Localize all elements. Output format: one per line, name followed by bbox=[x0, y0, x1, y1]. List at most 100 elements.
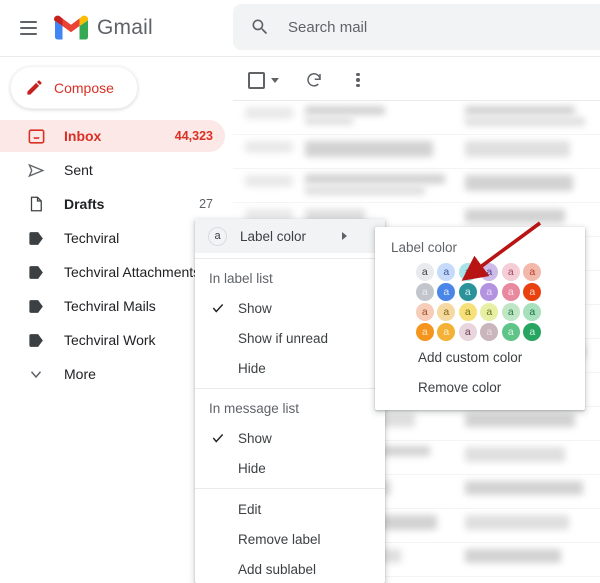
mail-list-row[interactable] bbox=[233, 169, 600, 203]
search-input[interactable] bbox=[288, 18, 588, 36]
color-swatch-10[interactable]: a bbox=[500, 282, 522, 302]
color-swatch-16[interactable]: a bbox=[500, 302, 522, 322]
color-swatch-8[interactable]: a bbox=[457, 282, 479, 302]
menu-divider bbox=[195, 488, 385, 489]
label-context-menu: a Label color In label list Show Show if u… bbox=[195, 219, 385, 583]
gmail-logo-icon bbox=[54, 15, 88, 41]
sidebar-item-drafts[interactable]: Drafts 27 bbox=[0, 188, 225, 220]
color-swatch-15[interactable]: a bbox=[479, 302, 501, 322]
color-swatch-glyph: a bbox=[501, 283, 520, 301]
chevron-down-icon bbox=[26, 364, 46, 384]
mail-list-row[interactable] bbox=[233, 101, 600, 135]
label-icon bbox=[26, 228, 46, 248]
sidebar-item-techviral-attachments[interactable]: Techviral Attachments bbox=[0, 256, 225, 288]
color-swatch-glyph: a bbox=[501, 323, 520, 341]
color-swatch-glyph: a bbox=[523, 323, 542, 341]
menu-section-title: In label list bbox=[209, 271, 273, 286]
color-swatch-5[interactable]: a bbox=[522, 262, 544, 282]
color-swatch-glyph: a bbox=[437, 283, 456, 301]
blurred-text-block bbox=[305, 141, 433, 157]
blurred-text-block bbox=[305, 186, 425, 195]
sidebar-item-techviral-mails[interactable]: Techviral Mails bbox=[0, 290, 225, 322]
gmail-wordmark: Gmail bbox=[97, 16, 153, 39]
menu-option-label: Edit bbox=[238, 501, 262, 517]
sidebar-item-label: Inbox bbox=[64, 128, 102, 144]
menu-option-remove-label[interactable]: Remove label bbox=[195, 524, 385, 554]
context-menu-body: In label list Show Show if unread Hide In me… bbox=[195, 258, 385, 583]
color-swatch-glyph: a bbox=[523, 263, 542, 281]
color-swatch-glyph: a bbox=[458, 323, 477, 341]
label-icon bbox=[26, 330, 46, 350]
sidebar-item-count: 44,323 bbox=[174, 129, 213, 143]
sidebar-item-label: Drafts bbox=[64, 196, 105, 212]
blurred-text-block bbox=[465, 481, 583, 495]
sidebar-item-label: Sent bbox=[64, 162, 93, 178]
menu-option-edit[interactable]: Edit bbox=[195, 494, 385, 524]
select-all-checkbox[interactable] bbox=[248, 71, 265, 89]
blurred-text-block bbox=[465, 447, 565, 462]
chevron-down-icon[interactable] bbox=[271, 77, 279, 83]
hamburger-icon[interactable] bbox=[8, 8, 48, 48]
menu-option-add-sublabel[interactable]: Add sublabel bbox=[195, 554, 385, 583]
compose-button[interactable]: Compose bbox=[10, 66, 138, 109]
color-swatch-2[interactable]: a bbox=[457, 262, 479, 282]
menu-option-show[interactable]: Show bbox=[195, 423, 385, 453]
color-swatch-glyph: a bbox=[458, 303, 477, 321]
menu-item-label-color[interactable]: a Label color bbox=[195, 219, 385, 253]
color-swatch-glyph: a bbox=[523, 303, 542, 321]
color-swatch-19[interactable]: a bbox=[436, 322, 458, 342]
sidebar-item-techviral-work[interactable]: Techviral Work bbox=[0, 324, 225, 356]
menu-option-label: Hide bbox=[238, 460, 266, 476]
color-swatch-22[interactable]: a bbox=[500, 322, 522, 342]
color-swatch-13[interactable]: a bbox=[436, 302, 458, 322]
sidebar-item-label: More bbox=[64, 366, 96, 382]
menu-option-hide[interactable]: Hide bbox=[195, 453, 385, 483]
color-swatch-18[interactable]: a bbox=[414, 322, 436, 342]
color-swatch-glyph: a bbox=[437, 323, 456, 341]
color-swatch-14[interactable]: a bbox=[457, 302, 479, 322]
sidebar-item-inbox[interactable]: Inbox 44,323 bbox=[0, 120, 225, 152]
color-swatch-glyph: a bbox=[437, 303, 456, 321]
color-swatch-6[interactable]: a bbox=[414, 282, 436, 302]
color-swatch-3[interactable]: a bbox=[479, 262, 501, 282]
more-vertical-icon[interactable] bbox=[349, 71, 367, 89]
top-bar-divider bbox=[0, 56, 600, 57]
color-swatch-0[interactable]: a bbox=[414, 262, 436, 282]
color-swatch-21[interactable]: a bbox=[479, 322, 501, 342]
check-icon bbox=[209, 301, 227, 315]
search-bar[interactable] bbox=[233, 4, 600, 50]
color-swatch-glyph: a bbox=[437, 263, 456, 281]
label-icon bbox=[26, 296, 46, 316]
menu-option-show-if-unread[interactable]: Show if unread bbox=[195, 323, 385, 353]
blurred-text-block bbox=[465, 106, 575, 115]
menu-section-title: In message list bbox=[209, 401, 300, 416]
sidebar-item-techviral[interactable]: Techviral bbox=[0, 222, 225, 254]
label-icon bbox=[26, 262, 46, 282]
blurred-text-block bbox=[305, 174, 445, 184]
pencil-icon bbox=[25, 78, 44, 97]
color-swatch-4[interactable]: a bbox=[500, 262, 522, 282]
color-swatch-glyph: a bbox=[501, 303, 520, 321]
check-icon bbox=[209, 431, 227, 445]
sidebar-item-more[interactable]: More bbox=[0, 358, 225, 390]
blurred-text-block bbox=[465, 141, 570, 157]
color-swatch-glyph: a bbox=[480, 323, 499, 341]
color-swatch-9[interactable]: a bbox=[479, 282, 501, 302]
refresh-icon[interactable] bbox=[305, 71, 323, 89]
color-swatch-1[interactable]: a bbox=[436, 262, 458, 282]
compose-label: Compose bbox=[54, 79, 114, 96]
color-swatch-23[interactable]: a bbox=[522, 322, 544, 342]
color-swatch-17[interactable]: a bbox=[522, 302, 544, 322]
sidebar-item-sent[interactable]: Sent bbox=[0, 154, 225, 186]
color-swatch-12[interactable]: a bbox=[414, 302, 436, 322]
mail-list-row[interactable] bbox=[233, 135, 600, 169]
color-swatch-7[interactable]: a bbox=[436, 282, 458, 302]
menu-option-hide[interactable]: Hide bbox=[195, 353, 385, 383]
color-action-remove-color[interactable]: Remove color bbox=[375, 372, 585, 402]
menu-option-label: Add sublabel bbox=[238, 561, 317, 577]
color-swatch-11[interactable]: a bbox=[522, 282, 544, 302]
color-swatch-20[interactable]: a bbox=[457, 322, 479, 342]
menu-option-show[interactable]: Show bbox=[195, 293, 385, 323]
color-action-add-custom-color[interactable]: Add custom color bbox=[375, 342, 585, 372]
blurred-text-block bbox=[305, 117, 353, 125]
